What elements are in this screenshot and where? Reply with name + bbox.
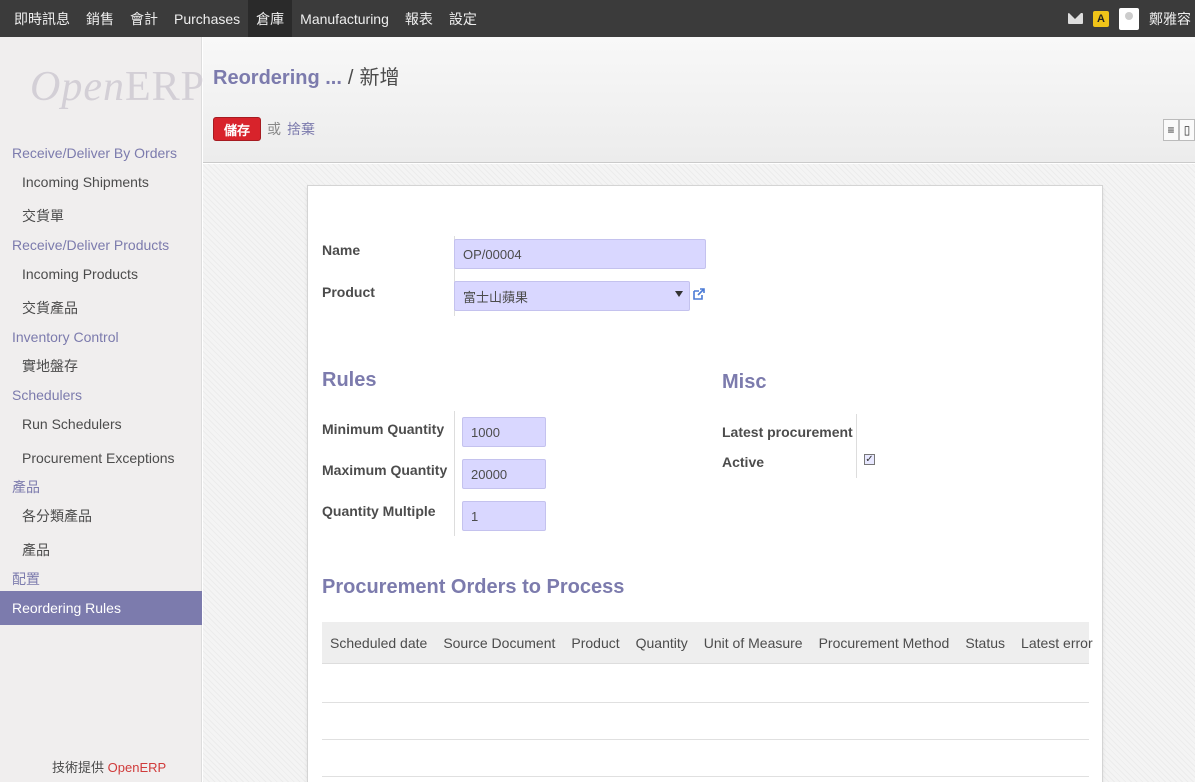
user-menu[interactable]: 鄭雅容 (1149, 9, 1191, 29)
table-row (322, 702, 1089, 703)
form-sheet: Name OP/00004 Product 富士山蘋果 Rules Minimu… (307, 185, 1103, 782)
powered-by-prefix: 技術提供 (52, 760, 105, 775)
breadcrumb-link[interactable]: Reordering ... (213, 67, 342, 90)
name-field[interactable]: OP/00004 (454, 239, 706, 269)
chevron-down-icon (675, 291, 683, 297)
top-menu-bar: 即時訊息 銷售 會計 Purchases 倉庫 Manufacturing 報表… (0, 0, 1195, 37)
menu-purchases[interactable]: Purchases (166, 0, 248, 37)
top-menu: 即時訊息 銷售 會計 Purchases 倉庫 Manufacturing 報表… (0, 0, 485, 37)
active-checkbox[interactable]: ✓ (864, 454, 875, 465)
misc-section-title: Misc (722, 371, 767, 393)
sidebar-item-delivery-products[interactable]: 交貨產品 (0, 291, 202, 325)
sidebar-item-incoming-products[interactable]: Incoming Products (0, 257, 202, 291)
min-qty-field[interactable]: 1000 (462, 417, 546, 447)
sidebar-section-receive-deliver-orders: Receive/Deliver By Orders (12, 145, 177, 161)
col-unit-of-measure[interactable]: Unit of Measure (696, 635, 811, 651)
active-label: Active (722, 454, 765, 470)
table-row (322, 739, 1089, 740)
view-header: Reordering ... / 新增 儲存 或 捨棄 ≡ ▯ (203, 37, 1195, 163)
form-actions: 儲存 或 捨棄 (213, 117, 315, 141)
misc-separator (856, 414, 857, 478)
col-procurement-method[interactable]: Procurement Method (811, 635, 958, 651)
list-view-icon[interactable]: ≡ (1163, 119, 1179, 141)
rules-section-title: Rules (322, 369, 377, 391)
menu-sales[interactable]: 銷售 (78, 0, 122, 37)
menu-messaging[interactable]: 即時訊息 (6, 0, 78, 37)
product-select[interactable]: 富士山蘋果 (454, 281, 690, 311)
topbar-right: A 鄭雅容 (1068, 0, 1195, 37)
breadcrumb-separator: / (347, 67, 354, 89)
col-quantity[interactable]: Quantity (628, 635, 696, 651)
view-switcher: ≡ ▯ (1163, 119, 1195, 141)
form-content: Name OP/00004 Product 富士山蘋果 Rules Minimu… (203, 164, 1195, 782)
powered-by: 技術提供 OpenERP (52, 757, 166, 776)
menu-settings[interactable]: 設定 (441, 0, 485, 37)
procurement-table-header: Scheduled date Source Document Product Q… (322, 622, 1093, 664)
max-qty-field[interactable]: 20000 (462, 459, 546, 489)
sidebar-section-receive-deliver-products: Receive/Deliver Products (12, 237, 170, 253)
discard-link[interactable]: 捨棄 (287, 119, 315, 139)
sidebar-section-schedulers: Schedulers (12, 387, 83, 403)
logo-open: Open (30, 64, 125, 110)
sidebar-item-physical-inventory[interactable]: 實地盤存 (0, 349, 202, 383)
menu-reporting[interactable]: 報表 (397, 0, 441, 37)
latest-procurement-label: Latest procurement (722, 424, 853, 440)
sidebar-section-inventory-control: Inventory Control (12, 329, 119, 345)
min-qty-label: Minimum Quantity (322, 421, 445, 437)
sidebar-item-incoming-shipments[interactable]: Incoming Shipments (0, 165, 202, 199)
menu-accounting[interactable]: 會計 (122, 0, 166, 37)
breadcrumb-current: 新增 (359, 67, 400, 89)
max-qty-label: Maximum Quantity (322, 462, 448, 478)
procurement-section-title: Procurement Orders to Process (322, 576, 625, 598)
sidebar: OpenERP Receive/Deliver By Orders Incomi… (0, 37, 205, 782)
alert-icon[interactable]: A (1093, 10, 1109, 27)
col-product[interactable]: Product (563, 635, 627, 651)
sidebar-item-procurement-exceptions[interactable]: Procurement Exceptions (0, 441, 202, 475)
table-row (322, 776, 1089, 777)
sidebar-section-products: 產品 (12, 479, 40, 495)
col-scheduled-date[interactable]: Scheduled date (322, 635, 435, 651)
external-link-icon[interactable] (692, 287, 706, 301)
sidebar-item-delivery-orders[interactable]: 交貨單 (0, 199, 202, 233)
openerp-logo[interactable]: OpenERP (30, 63, 205, 111)
product-label: Product (322, 284, 375, 300)
name-label: Name (322, 242, 361, 258)
form-view-icon[interactable]: ▯ (1179, 119, 1195, 141)
sidebar-item-reordering-rules[interactable]: Reordering Rules (0, 591, 202, 625)
qty-multiple-field[interactable]: 1 (462, 501, 546, 531)
col-status[interactable]: Status (957, 635, 1013, 651)
col-source-document[interactable]: Source Document (435, 635, 563, 651)
sidebar-item-products[interactable]: 產品 (0, 533, 202, 567)
col-latest-error[interactable]: Latest error (1013, 635, 1101, 651)
avatar[interactable] (1119, 7, 1139, 30)
sidebar-section-configuration: 配置 (12, 571, 40, 587)
mail-icon[interactable] (1068, 13, 1083, 24)
logo-erp: ERP (124, 64, 206, 110)
save-button[interactable]: 儲存 (213, 117, 262, 141)
sidebar-item-products-by-category[interactable]: 各分類產品 (0, 499, 202, 533)
breadcrumb: Reordering ... / 新增 (213, 61, 399, 90)
rules-separator (454, 411, 455, 536)
sidebar-item-run-schedulers[interactable]: Run Schedulers (0, 407, 202, 441)
menu-warehouse[interactable]: 倉庫 (248, 0, 293, 37)
menu-manufacturing[interactable]: Manufacturing (292, 0, 397, 37)
powered-by-link[interactable]: OpenERP (108, 760, 167, 775)
qty-multiple-label: Quantity Multiple (322, 503, 436, 519)
or-text: 或 (267, 121, 282, 137)
sidebar-nav: Receive/Deliver By Orders Incoming Shipm… (0, 141, 202, 625)
product-select-value: 富士山蘋果 (463, 289, 529, 305)
